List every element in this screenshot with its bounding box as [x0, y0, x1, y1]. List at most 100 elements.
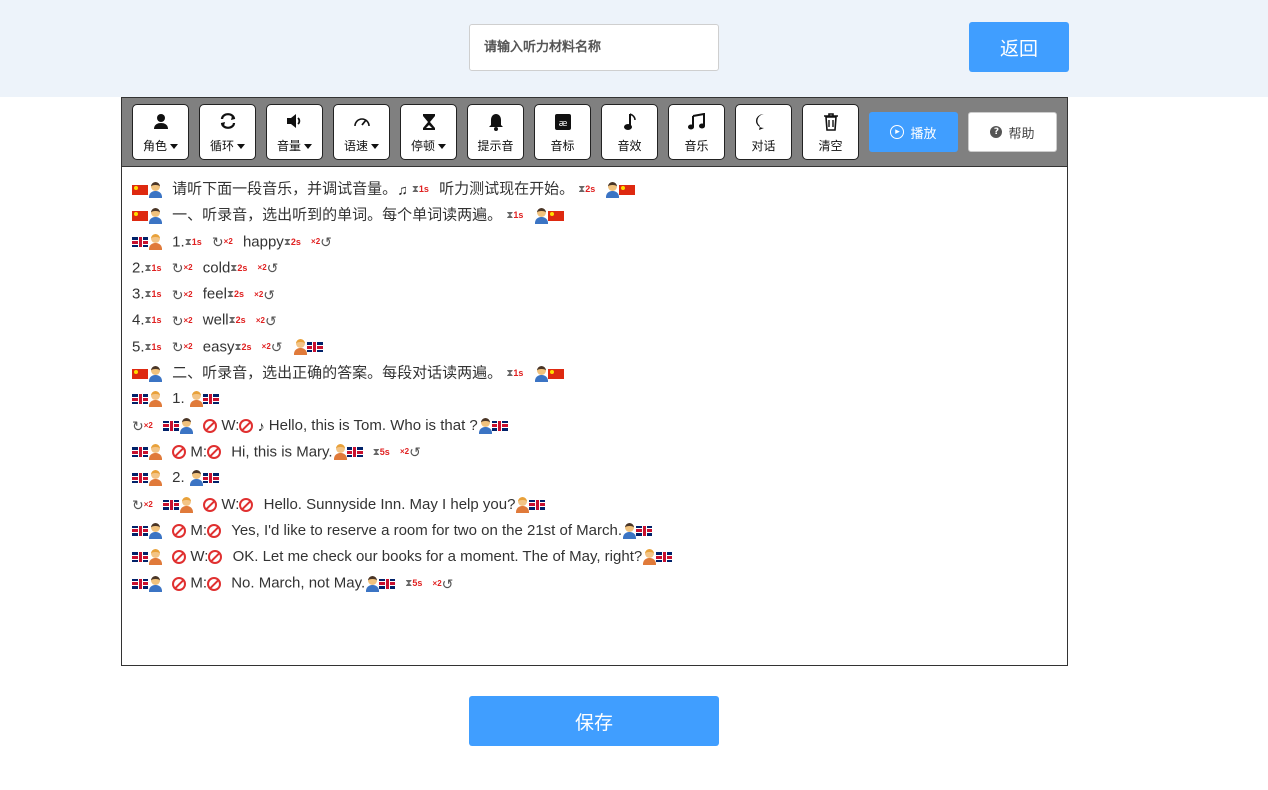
pause-icon: ⧗1s	[144, 262, 162, 274]
svg-text:æ: æ	[558, 119, 567, 129]
word-text: easy	[202, 338, 235, 356]
script-line: 2.	[132, 465, 1057, 491]
no-bgm-icon	[207, 576, 222, 591]
dialog-label: 对话	[751, 139, 776, 153]
uk-flag-icon	[379, 578, 396, 589]
back-button[interactable]: 返回	[969, 22, 1069, 72]
script-line: 一、听录音，选出听到的单词。每个单词读两遍。 ⧗1s	[132, 202, 1057, 228]
clear-tool[interactable]: 清空	[802, 104, 859, 160]
music-note-icon: ♪	[257, 417, 265, 434]
dialog-tool[interactable]: 对话	[735, 104, 792, 160]
editor: 角色 循环 音量 语速 停顿 提示音 æ 音标 音效 音乐 对话 清空 ▸ 播放…	[121, 97, 1068, 666]
speaker-label: W:	[190, 548, 209, 566]
no-bgm-icon	[172, 576, 187, 591]
pause-icon: ⧗2s	[578, 184, 596, 195]
music-tool[interactable]: 音乐	[668, 104, 725, 160]
speedometer-icon	[334, 105, 389, 137]
speaker-icon	[478, 417, 492, 434]
help-button[interactable]: ? 帮助	[968, 112, 1057, 152]
speed-tool[interactable]: 语速	[333, 104, 390, 160]
cue-tool[interactable]: 提示音	[467, 104, 524, 160]
speaker-label: W:	[221, 416, 240, 434]
pause-icon: ⧗1s	[506, 368, 524, 380]
repeat-icon: ↻×2	[171, 260, 193, 277]
music-icon	[669, 105, 724, 137]
pause-icon: ⧗1s	[144, 315, 162, 327]
speaker-label: M:	[190, 574, 208, 592]
repeat-icon: ↻×2	[171, 286, 193, 303]
no-bgm-icon	[203, 497, 218, 512]
pause-icon: ⧗2s	[226, 289, 244, 301]
script-line: M: No. March, not May. ⧗5s ×2↺	[132, 570, 1057, 596]
repeat-icon: ↻×2	[132, 496, 153, 513]
no-bgm-icon	[207, 445, 222, 460]
repeat-icon: ↻×2	[171, 312, 193, 329]
speaker-icon	[623, 522, 637, 539]
line-text: Hi, this is Mary.	[231, 443, 333, 461]
uk-flag-icon	[306, 342, 323, 353]
speaker-icon	[149, 470, 162, 487]
word-text: well	[202, 311, 229, 329]
sound-effect-tool[interactable]: 音效	[601, 104, 658, 160]
uk-flag-icon	[132, 578, 148, 589]
speaker-label: M:	[190, 443, 208, 461]
line-text: 4.	[132, 311, 145, 329]
pause-icon: ⧗5s	[405, 578, 423, 590]
word-text: cold	[202, 259, 231, 277]
top-bar: 返回	[0, 0, 1268, 97]
chevron-down-icon	[237, 144, 245, 149]
male-speaker-icon	[606, 181, 620, 198]
line-text: Hello. Sunnyside Inn. May I help you?	[263, 495, 516, 513]
line-text: 1.	[172, 233, 185, 251]
male-speaker-icon	[149, 181, 162, 198]
male-speaker-icon	[534, 207, 548, 224]
volume-icon	[267, 105, 322, 137]
pause-icon: ⧗1s	[144, 289, 162, 301]
chevron-down-icon	[304, 144, 312, 149]
line-text: 听力测试现在开始。	[439, 180, 575, 198]
uk-flag-icon	[132, 447, 148, 458]
no-bgm-icon	[239, 418, 254, 433]
loop-label: 循环	[209, 139, 234, 153]
script-line: ↻×2 W: Hello. Sunnyside Inn. May I help …	[132, 492, 1057, 518]
no-bgm-icon	[203, 418, 218, 433]
repeat-end-icon: ×2↺	[261, 339, 283, 356]
material-name-input[interactable]	[469, 24, 719, 71]
cn-flag-icon	[132, 368, 148, 379]
pause-tool[interactable]: 停顿	[400, 104, 457, 160]
repeat-end-icon: ×2↺	[255, 312, 277, 329]
role-tool[interactable]: 角色	[132, 104, 189, 160]
play-button[interactable]: ▸ 播放	[869, 112, 958, 152]
line-text: 2.	[172, 469, 185, 487]
music-note-icon: ♫	[397, 181, 408, 198]
male-speaker-icon	[149, 365, 162, 382]
line-text: 二、听录音，选出正确的答案。每段对话读两遍。	[172, 364, 503, 382]
speaker-icon	[149, 391, 162, 408]
phonetic-tool[interactable]: æ 音标	[534, 104, 591, 160]
no-bgm-icon	[207, 523, 222, 538]
uk-flag-icon	[656, 552, 673, 563]
female-speaker-icon	[149, 549, 162, 566]
pause-icon: ⧗5s	[372, 446, 390, 458]
repeat-icon: ↻×2	[132, 417, 153, 434]
music-label: 音乐	[684, 139, 709, 153]
speaker-icon	[189, 391, 203, 408]
pause-icon: ⧗2s	[283, 236, 301, 248]
female-speaker-icon	[180, 496, 194, 513]
pause-label: 停顿	[410, 139, 435, 153]
no-bgm-icon	[172, 445, 187, 460]
script-line: ↻×2 W: ♪ Hello, this is Tom. Who is that…	[132, 413, 1057, 439]
uk-flag-icon	[202, 473, 219, 484]
sound-effect-label: 音效	[617, 139, 642, 153]
script-line: 5.⧗1s ↻×2 easy⧗2s ×2↺	[132, 334, 1057, 360]
line-text: 3.	[132, 285, 145, 303]
repeat-end-icon: ×2↺	[399, 444, 421, 461]
save-button[interactable]: 保存	[469, 696, 719, 746]
line-text: 5.	[132, 338, 145, 356]
trash-icon	[803, 105, 858, 137]
loop-tool[interactable]: 循环	[199, 104, 256, 160]
script-line: 4.⧗1s ↻×2 well⧗2s ×2↺	[132, 307, 1057, 333]
line-text: 请听下面一段音乐，并调试音量。	[172, 180, 398, 198]
script-content[interactable]: 请听下面一段音乐，并调试音量。♫ ⧗1s 听力测试现在开始。 ⧗2s 一、听录音…	[132, 176, 1057, 656]
volume-tool[interactable]: 音量	[266, 104, 323, 160]
